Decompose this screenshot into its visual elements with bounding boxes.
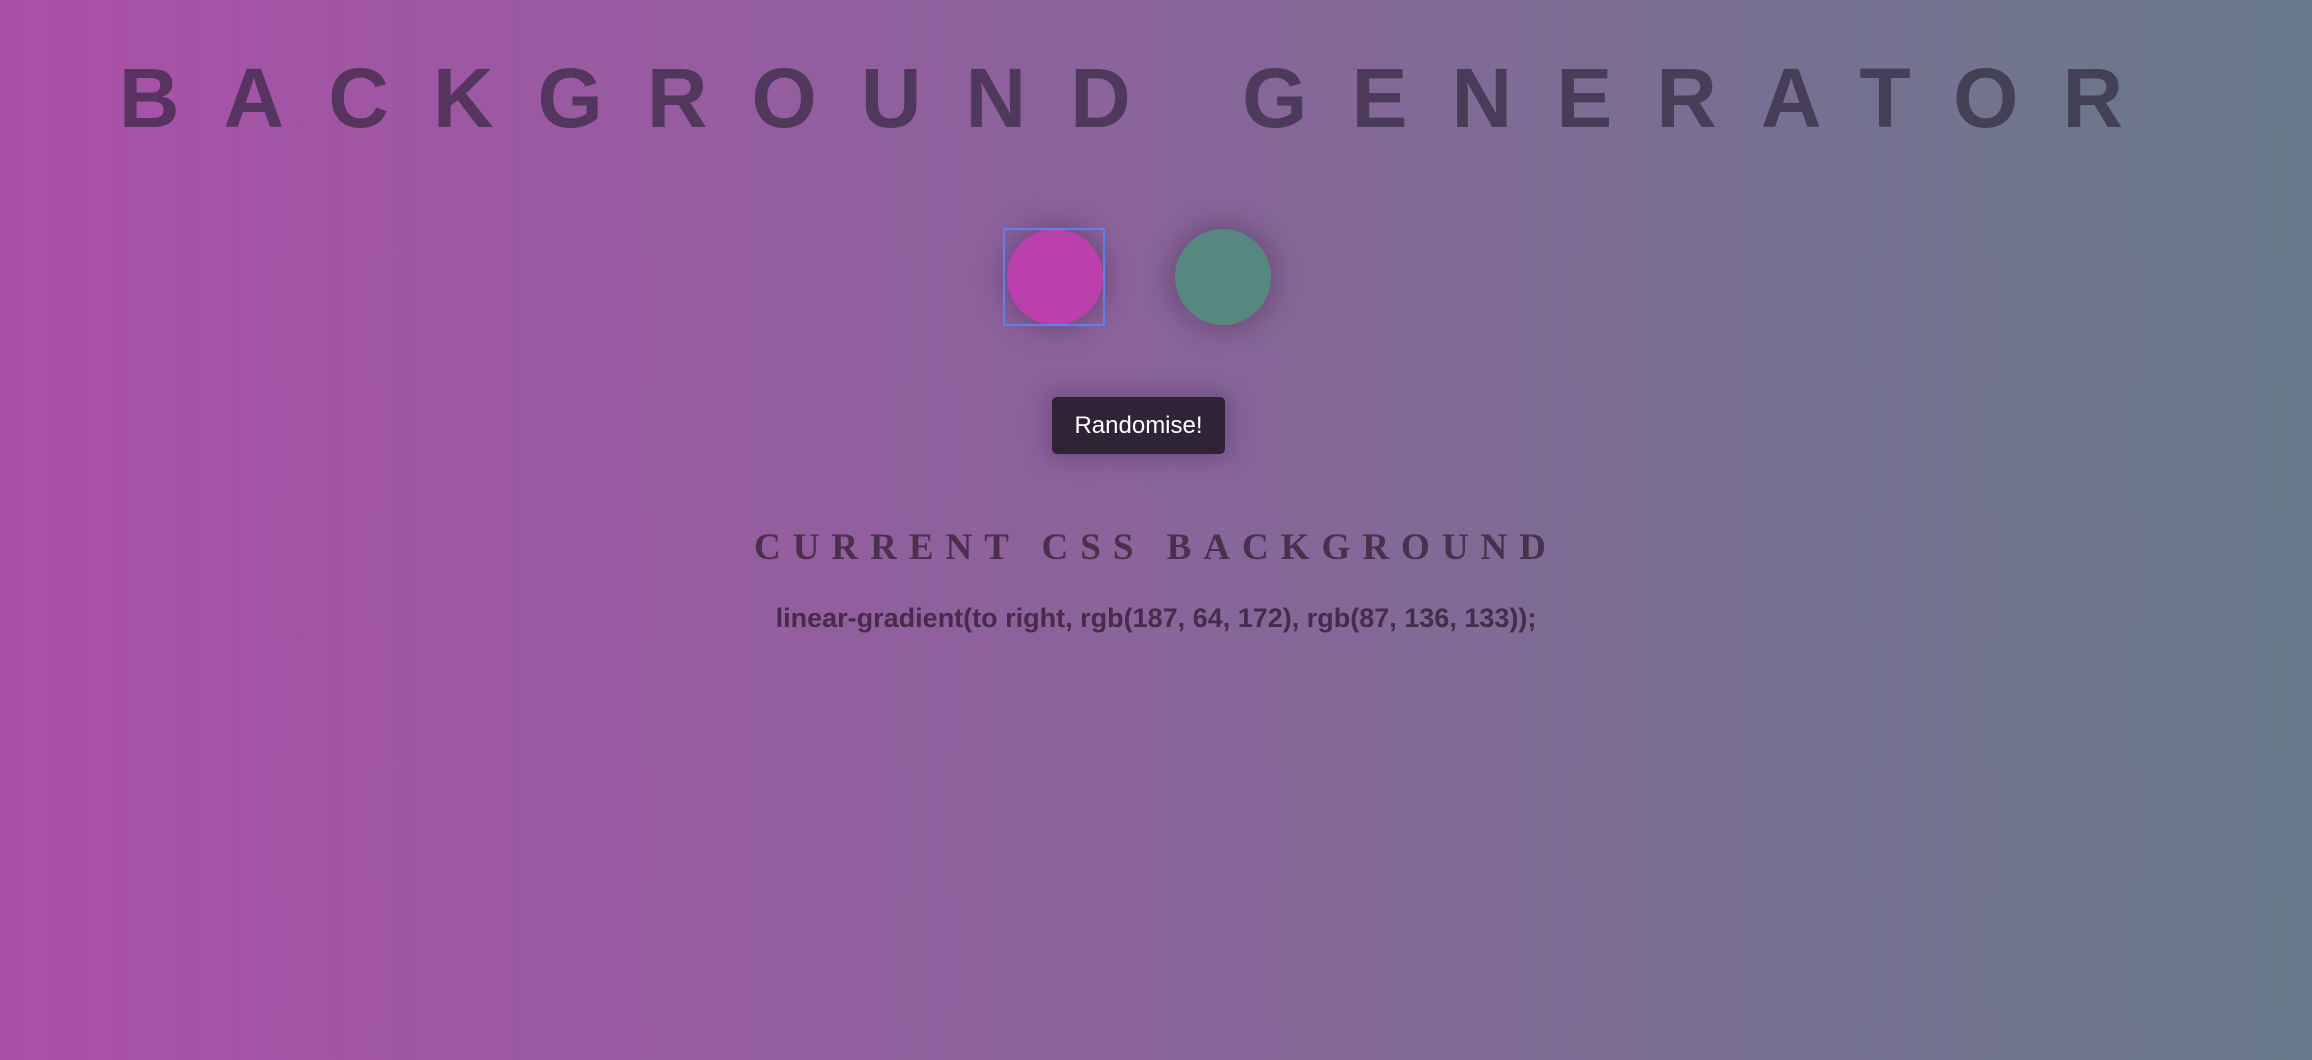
color-picker-2[interactable]: [1175, 229, 1271, 325]
current-css-heading: CURRENT CSS BACKGROUND: [753, 527, 1558, 568]
color-pickers: [0, 228, 2312, 326]
current-css-value: linear-gradient(to right, rgb(187, 64, 1…: [775, 603, 1537, 633]
page-title: BACKGROUND GENERATOR: [118, 51, 2168, 145]
page-background: { "header": { "title": "BACKGROUND GENER…: [0, 0, 2312, 1060]
color-picker-1[interactable]: [1007, 229, 1103, 325]
randomise-button[interactable]: Randomise!: [1052, 397, 1225, 454]
